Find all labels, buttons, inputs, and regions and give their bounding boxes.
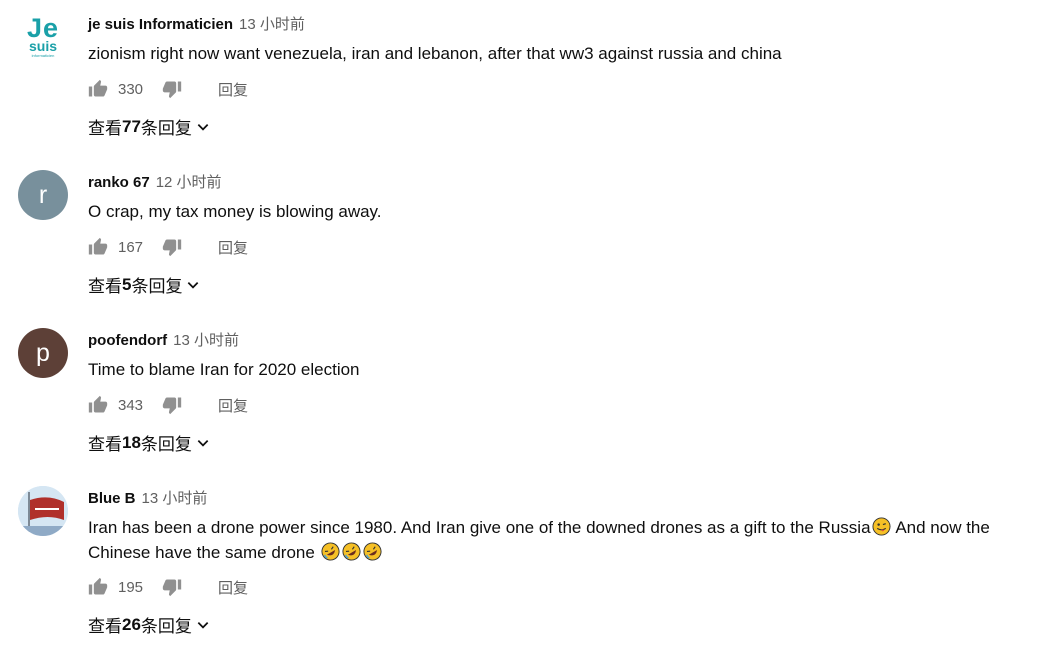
action-bar: 343 回复 <box>88 394 248 416</box>
author-name[interactable]: Blue B <box>88 490 136 507</box>
thumbs-up-icon[interactable] <box>88 395 108 415</box>
comment-text: O crap, my tax money is blowing away. <box>88 202 382 221</box>
comment-header: ranko 67 12 小时前 <box>88 171 222 192</box>
rofl-emoji <box>342 542 361 561</box>
action-bar: 167 回复 <box>88 236 248 258</box>
like-count: 343 <box>118 396 144 414</box>
thumbs-up-icon[interactable] <box>88 237 108 257</box>
reply-button[interactable]: 回复 <box>218 395 248 416</box>
comment-header: je suis Informaticien 13 小时前 <box>88 13 305 34</box>
thumbs-up-icon[interactable] <box>88 79 108 99</box>
thumbs-down-icon[interactable] <box>162 577 182 597</box>
view-replies-button[interactable]: 查看 77 条回复 <box>88 114 210 139</box>
action-bar: 330 回复 <box>88 78 248 100</box>
like-count: 330 <box>118 80 144 98</box>
flag-avatar-image <box>18 486 68 536</box>
comment-text: zionism right now want venezuela, iran a… <box>88 44 782 63</box>
rofl-emoji <box>321 542 340 561</box>
tongue-wink-emoji <box>872 517 891 536</box>
thumbs-down-icon[interactable] <box>162 395 182 415</box>
avatar[interactable]: p <box>18 328 68 378</box>
chevron-down-icon <box>188 281 199 289</box>
chevron-down-icon <box>197 621 209 629</box>
like-count: 167 <box>118 238 144 256</box>
comment-header: Blue B 13 小时前 <box>88 487 207 508</box>
like-count: 195 <box>118 578 144 596</box>
thumbs-down-icon[interactable] <box>162 237 182 257</box>
action-bar: 195 回复 <box>88 576 248 598</box>
comment-time[interactable]: 13 小时前 <box>239 16 305 33</box>
author-name[interactable]: je suis Informaticien <box>88 16 233 33</box>
author-name[interactable]: ranko 67 <box>88 174 150 191</box>
reply-button[interactable]: 回复 <box>218 79 248 100</box>
reply-button[interactable]: 回复 <box>218 237 248 258</box>
avatar[interactable] <box>18 486 68 536</box>
reply-button[interactable]: 回复 <box>218 577 248 598</box>
comment-text: Time to blame Iran for 2020 election <box>88 360 360 379</box>
chevron-down-icon <box>197 123 209 131</box>
thumbs-down-icon[interactable] <box>162 79 182 99</box>
rofl-emoji <box>363 542 382 561</box>
thumbs-up-icon[interactable] <box>88 577 108 597</box>
comment-time[interactable]: 12 小时前 <box>156 174 222 191</box>
comment-text: Iran has been a drone power since 1980. … <box>88 517 990 562</box>
comment-time[interactable]: 13 小时前 <box>173 332 239 349</box>
avatar[interactable]: r <box>18 170 68 220</box>
view-replies-button[interactable]: 查看 26 条回复 <box>88 612 210 637</box>
chevron-down-icon <box>197 439 209 447</box>
avatar[interactable]: Je suis informaticien <box>18 12 68 62</box>
comment-time[interactable]: 13 小时前 <box>142 490 208 507</box>
view-replies-button[interactable]: 查看 5 条回复 <box>88 272 200 297</box>
author-name[interactable]: poofendorf <box>88 332 167 349</box>
comment-header: poofendorf 13 小时前 <box>88 329 239 350</box>
view-replies-button[interactable]: 查看 18 条回复 <box>88 430 210 455</box>
